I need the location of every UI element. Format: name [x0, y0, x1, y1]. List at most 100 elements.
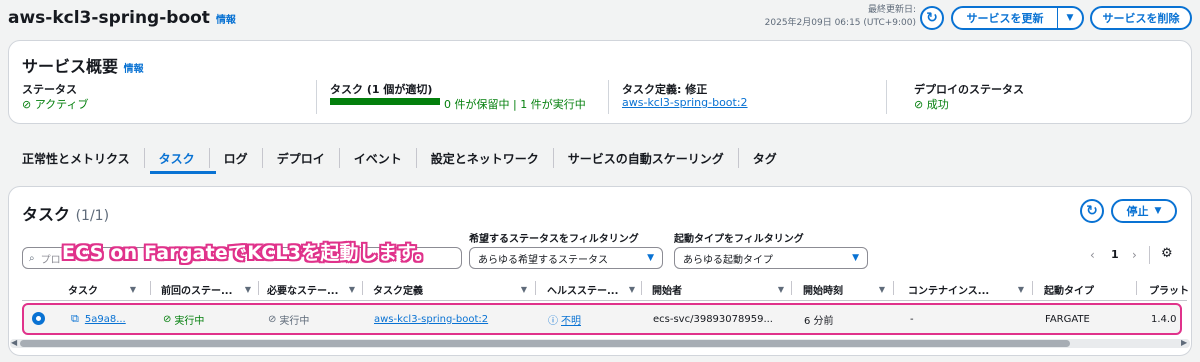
- scroll-right-icon[interactable]: ▶: [1181, 338, 1187, 347]
- launch-type-filter-label: 起動タイプをフィルタリング: [674, 234, 804, 245]
- health-status-cell: ⓘ 不明: [548, 312, 581, 327]
- caret-down-icon: ▼: [647, 253, 654, 263]
- tab-deployments[interactable]: デプロイ: [263, 148, 340, 168]
- update-service-button[interactable]: サービスを更新: [953, 10, 1057, 26]
- info-circle-icon: ⓘ: [548, 315, 558, 327]
- container-instance-cell: -: [910, 313, 914, 325]
- info-link[interactable]: 情報: [216, 15, 236, 26]
- next-page-icon[interactable]: ›: [1132, 248, 1137, 262]
- started-at-cell: 6 分前: [804, 315, 834, 327]
- tab-health-metrics[interactable]: 正常性とメトリクス: [22, 148, 145, 168]
- settings-gear-icon[interactable]: ⚙: [1161, 246, 1173, 261]
- col-separator: [362, 281, 363, 295]
- check-circle-icon: ⊘: [914, 98, 924, 111]
- page-number[interactable]: 1: [1111, 248, 1119, 261]
- divider: [316, 80, 317, 114]
- col-task[interactable]: タスク ▼: [68, 280, 142, 298]
- col-separator: [1136, 281, 1137, 295]
- scroll-left-icon[interactable]: ◀: [11, 338, 17, 347]
- launch-type-cell: FARGATE: [1045, 313, 1090, 325]
- deploy-status-value: ⊘ 成功: [914, 98, 949, 111]
- active-tab-indicator: [150, 171, 216, 174]
- col-separator: [1032, 281, 1033, 295]
- caret-down-icon: ▼: [852, 253, 859, 263]
- health-status-link[interactable]: 不明: [561, 312, 581, 327]
- check-circle-icon: ⊘: [163, 313, 172, 325]
- launch-type-select[interactable]: あらゆる起動タイプ ▼: [674, 247, 868, 269]
- col-desired-status[interactable]: 必要なステー... ▼: [267, 280, 361, 298]
- col-health-status[interactable]: ヘルスステー... ▼: [547, 280, 641, 298]
- col-platform[interactable]: プラット: [1149, 280, 1189, 298]
- refresh-button[interactable]: ↻: [920, 6, 944, 30]
- tasks-label: タスク (1 個が適切): [330, 83, 433, 96]
- tasks-panel-title: タスク (1/1): [22, 205, 110, 224]
- tab-tags[interactable]: タグ: [739, 148, 791, 168]
- chevron-down-icon[interactable]: ▼: [1058, 13, 1082, 23]
- row-taskdef-link[interactable]: aws-kcl3-spring-boot:2: [374, 312, 488, 326]
- search-icon: ⌕: [29, 252, 35, 264]
- desired-status-cell: ⊘ 実行中: [268, 313, 310, 327]
- tasks-summary: 0 件が保留中 | 1 件が実行中: [444, 98, 586, 111]
- col-separator: [535, 281, 536, 295]
- check-circle-icon: ⊘: [22, 98, 32, 111]
- divider: [886, 80, 887, 114]
- tasks-progress-bar: [330, 98, 440, 105]
- tasks-progress-fill: [330, 98, 440, 105]
- col-separator: [641, 281, 642, 295]
- col-last-status[interactable]: 前回のステー... ▼: [161, 280, 257, 298]
- col-launch-type[interactable]: 起動タイプ: [1044, 280, 1134, 298]
- status-label: ステータス: [22, 83, 77, 96]
- last-status-cell: ⊘ 実行中: [163, 313, 205, 327]
- page-title: aws-kcl3-spring-boot 情報: [8, 8, 236, 28]
- task-id-cell: ⧉ 5a9a8...: [71, 312, 126, 326]
- col-task-definition[interactable]: タスク定義 ▼: [373, 280, 533, 298]
- header-rule: [22, 300, 1187, 301]
- taskdef-label: タスク定義: 修正: [622, 83, 708, 96]
- caret-down-icon: ▼: [1154, 206, 1162, 216]
- col-container-instance[interactable]: コンテナインス... ▼: [908, 280, 1030, 298]
- tab-events[interactable]: イベント: [340, 148, 417, 168]
- sort-icon: ▼: [129, 284, 136, 294]
- last-updated: 最終更新日: 2025年2月09日 06:15 (UTC+9:00): [764, 5, 916, 28]
- desired-status-filter-label: 希望するステータスをフィルタリング: [469, 234, 639, 245]
- refresh-icon: ↻: [926, 10, 938, 26]
- started-by-cell: ecs-svc/39893078959...: [653, 313, 773, 325]
- col-started-at[interactable]: 開始時刻 ▼: [803, 280, 891, 298]
- divider: [1149, 246, 1150, 264]
- divider: [608, 80, 609, 114]
- sort-icon: ▼: [628, 284, 635, 294]
- tasks-refresh-button[interactable]: ↻: [1080, 199, 1104, 223]
- tab-configuration-networking[interactable]: 設定とネットワーク: [417, 148, 554, 168]
- col-started-by[interactable]: 開始者 ▼: [652, 280, 790, 298]
- sort-icon: ▼: [244, 284, 251, 294]
- update-service-split-button[interactable]: サービスを更新 ▼: [951, 6, 1084, 30]
- stop-button[interactable]: 停止 ▼: [1111, 199, 1177, 223]
- check-circle-icon: ⊘: [268, 313, 277, 325]
- taskdef-link[interactable]: aws-kcl3-spring-boot:2: [622, 96, 748, 109]
- sort-icon: ▼: [777, 284, 784, 294]
- status-value: ⊘ アクティブ: [22, 98, 89, 111]
- overview-title: サービス概要 情報: [22, 57, 144, 76]
- sort-icon: ▼: [348, 284, 355, 294]
- prev-page-icon[interactable]: ‹: [1090, 248, 1095, 262]
- sort-icon: ▼: [520, 284, 527, 294]
- copy-icon[interactable]: ⧉: [71, 312, 79, 326]
- tab-tasks[interactable]: タスク: [145, 148, 210, 168]
- scrollbar-thumb[interactable]: [20, 340, 1070, 347]
- tab-logs[interactable]: ログ: [210, 148, 263, 168]
- task-id-link[interactable]: 5a9a8...: [85, 314, 126, 325]
- row-radio-selected[interactable]: [32, 312, 45, 325]
- platform-cell: 1.4.0: [1151, 313, 1177, 325]
- col-separator: [893, 281, 894, 295]
- col-separator: [150, 281, 151, 295]
- tab-auto-scaling[interactable]: サービスの自動スケーリング: [554, 148, 739, 168]
- delete-service-button[interactable]: サービスを削除: [1090, 6, 1192, 30]
- refresh-icon: ↻: [1086, 203, 1098, 219]
- col-separator: [258, 281, 259, 295]
- desired-status-select[interactable]: あらゆる希望するステータス ▼: [469, 247, 663, 269]
- annotation-caption: ECS on FargateでKCL3を起動します。: [62, 242, 434, 264]
- overview-info-link[interactable]: 情報: [124, 64, 144, 75]
- deploy-status-label: デプロイのステータス: [914, 83, 1024, 96]
- col-separator: [791, 281, 792, 295]
- tab-bar: 正常性とメトリクス タスク ログ デプロイ イベント 設定とネットワーク サービ…: [22, 148, 791, 174]
